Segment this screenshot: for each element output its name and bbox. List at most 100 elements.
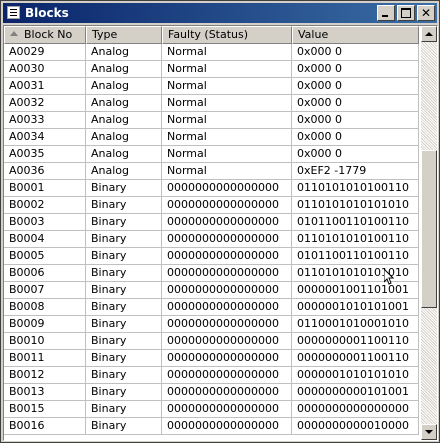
column-header-label: Faulty (Status) xyxy=(168,28,249,41)
cell-faulty-status: 0000000000000000 xyxy=(162,231,292,248)
cell-type: Binary xyxy=(86,367,162,384)
cell-value: 0x000 0 xyxy=(292,112,419,129)
cell-value: 0000000000101001 xyxy=(292,384,419,401)
table-row[interactable]: B0009 Binary 0000000000000000 0110001010001… xyxy=(4,316,419,333)
table-row[interactable]: B0003 Binary 0000000000000000 0101100110100… xyxy=(4,214,419,231)
maximize-icon xyxy=(401,8,411,18)
cell-faulty-status: 0000000000000000 xyxy=(162,333,292,350)
scroll-up-button[interactable] xyxy=(421,26,437,42)
cell-type: Binary xyxy=(86,316,162,333)
cell-block-no: B0008 xyxy=(4,299,86,316)
cell-block-no: A0035 xyxy=(4,146,86,163)
table-row[interactable]: A0034 Analog Normal 0x000 0 xyxy=(4,129,419,146)
cell-faulty-status: Normal xyxy=(162,163,292,180)
table-row[interactable]: B0012 Binary 0000000000000000 0000001010101… xyxy=(4,367,419,384)
table-row[interactable]: B0008 Binary 0000000000000000 0000001010101… xyxy=(4,299,419,316)
cell-faulty-status: 0000000000000000 xyxy=(162,401,292,418)
cell-type: Binary xyxy=(86,299,162,316)
table-row[interactable]: B0016 Binary 0000000000000000 0000000000010… xyxy=(4,418,419,435)
arrow-down-icon xyxy=(425,430,433,434)
cell-value: 0x000 0 xyxy=(292,129,419,146)
table-row[interactable]: A0033 Analog Normal 0x000 0 xyxy=(4,112,419,129)
window-title: Blocks xyxy=(25,6,69,20)
cell-faulty-status: Normal xyxy=(162,95,292,112)
arrow-up-icon xyxy=(425,32,433,36)
table-row[interactable]: B0002 Binary 0000000000000000 0110101010101… xyxy=(4,197,419,214)
cell-value: 0000001010101010 xyxy=(292,367,419,384)
column-header-faulty-status[interactable]: Faulty (Status) xyxy=(162,26,292,44)
table-row[interactable]: B0010 Binary 0000000000000000 0000000001100… xyxy=(4,333,419,350)
table-row[interactable]: A0031 Analog Normal 0x000 0 xyxy=(4,78,419,95)
column-header-value[interactable]: Value xyxy=(292,26,419,44)
scroll-down-button[interactable] xyxy=(421,424,437,440)
table-row[interactable]: B0015 Binary 0000000000000000 0000000000000… xyxy=(4,401,419,418)
title-buttons: ✕ xyxy=(375,5,435,21)
list-window-icon[interactable] xyxy=(7,6,20,19)
cell-faulty-status: 0000000000000000 xyxy=(162,265,292,282)
cell-block-no: B0013 xyxy=(4,384,86,401)
blocks-list-view[interactable]: Block No Type Faulty (Status) Value A002… xyxy=(3,25,438,441)
cell-block-no: B0010 xyxy=(4,333,86,350)
cell-type: Binary xyxy=(86,333,162,350)
cell-type: Analog xyxy=(86,61,162,78)
cell-value: 0x000 0 xyxy=(292,78,419,95)
cell-faulty-status: Normal xyxy=(162,112,292,129)
column-header-type[interactable]: Type xyxy=(86,26,162,44)
table-row[interactable]: A0036 Analog Normal 0xEF2 -1779 xyxy=(4,163,419,180)
cell-block-no: B0006 xyxy=(4,265,86,282)
cell-block-no: B0015 xyxy=(4,401,86,418)
cell-type: Analog xyxy=(86,112,162,129)
table-row[interactable]: B0013 Binary 0000000000000000 0000000000101… xyxy=(4,384,419,401)
blocks-table: Block No Type Faulty (Status) Value A002… xyxy=(4,26,419,435)
column-header-block-no[interactable]: Block No xyxy=(4,26,86,44)
cell-type: Binary xyxy=(86,180,162,197)
cell-faulty-status: 0000000000000000 xyxy=(162,316,292,333)
cell-type: Binary xyxy=(86,401,162,418)
title-bar[interactable]: Blocks ✕ xyxy=(3,3,437,23)
cell-faulty-status: Normal xyxy=(162,129,292,146)
cell-value: 0000001010101001 xyxy=(292,299,419,316)
cell-block-no: A0036 xyxy=(4,163,86,180)
table-row[interactable]: B0011 Binary 0000000000000000 0000000001100… xyxy=(4,350,419,367)
cell-block-no: A0029 xyxy=(4,44,86,61)
cell-type: Binary xyxy=(86,418,162,435)
cell-faulty-status: 0000000000000000 xyxy=(162,282,292,299)
table-row[interactable]: A0030 Analog Normal 0x000 0 xyxy=(4,61,419,78)
table-row[interactable]: B0006 Binary 0000000000000000 0110101010101… xyxy=(4,265,419,282)
maximize-button[interactable] xyxy=(397,5,415,21)
cell-value: 0000001001101001 xyxy=(292,282,419,299)
cell-type: Binary xyxy=(86,231,162,248)
cell-value: 0110101010100110 xyxy=(292,180,419,197)
table-row[interactable]: B0005 Binary 0000000000000000 0101100110100… xyxy=(4,248,419,265)
cell-type: Analog xyxy=(86,78,162,95)
mouse-pointer-icon xyxy=(384,269,394,285)
table-row[interactable]: B0001 Binary 0000000000000000 0110101010100… xyxy=(4,180,419,197)
blocks-window: Blocks ✕ Block No Type Faulty (Status) V… xyxy=(0,0,440,443)
cell-value: 0110101010101010 xyxy=(292,197,419,214)
cell-type: Analog xyxy=(86,129,162,146)
cell-block-no: A0034 xyxy=(4,129,86,146)
cell-type: Binary xyxy=(86,197,162,214)
cell-value: 0000000000010000 xyxy=(292,418,419,435)
cell-faulty-status: 0000000000000000 xyxy=(162,214,292,231)
table-row[interactable]: B0007 Binary 0000000000000000 0000001001101… xyxy=(4,282,419,299)
cell-block-no: B0009 xyxy=(4,316,86,333)
vertical-scrollbar[interactable] xyxy=(421,26,437,440)
minimize-button[interactable] xyxy=(377,5,395,21)
cell-faulty-status: 0000000000000000 xyxy=(162,384,292,401)
cell-block-no: A0031 xyxy=(4,78,86,95)
table-row[interactable]: A0032 Analog Normal 0x000 0 xyxy=(4,95,419,112)
close-button[interactable]: ✕ xyxy=(417,5,435,21)
cell-value: 0110101010101010 xyxy=(292,265,419,282)
table-row[interactable]: A0035 Analog Normal 0x000 0 xyxy=(4,146,419,163)
close-icon: ✕ xyxy=(420,6,432,20)
table-row[interactable]: A0029 Analog Normal 0x000 0 xyxy=(4,44,419,61)
cell-type: Analog xyxy=(86,95,162,112)
scrollbar-thumb[interactable] xyxy=(421,150,437,308)
cell-faulty-status: Normal xyxy=(162,146,292,163)
cell-block-no: B0004 xyxy=(4,231,86,248)
cell-block-no: B0011 xyxy=(4,350,86,367)
cell-faulty-status: 0000000000000000 xyxy=(162,299,292,316)
table-row[interactable]: B0004 Binary 0000000000000000 0110101010100… xyxy=(4,231,419,248)
cell-block-no: B0012 xyxy=(4,367,86,384)
